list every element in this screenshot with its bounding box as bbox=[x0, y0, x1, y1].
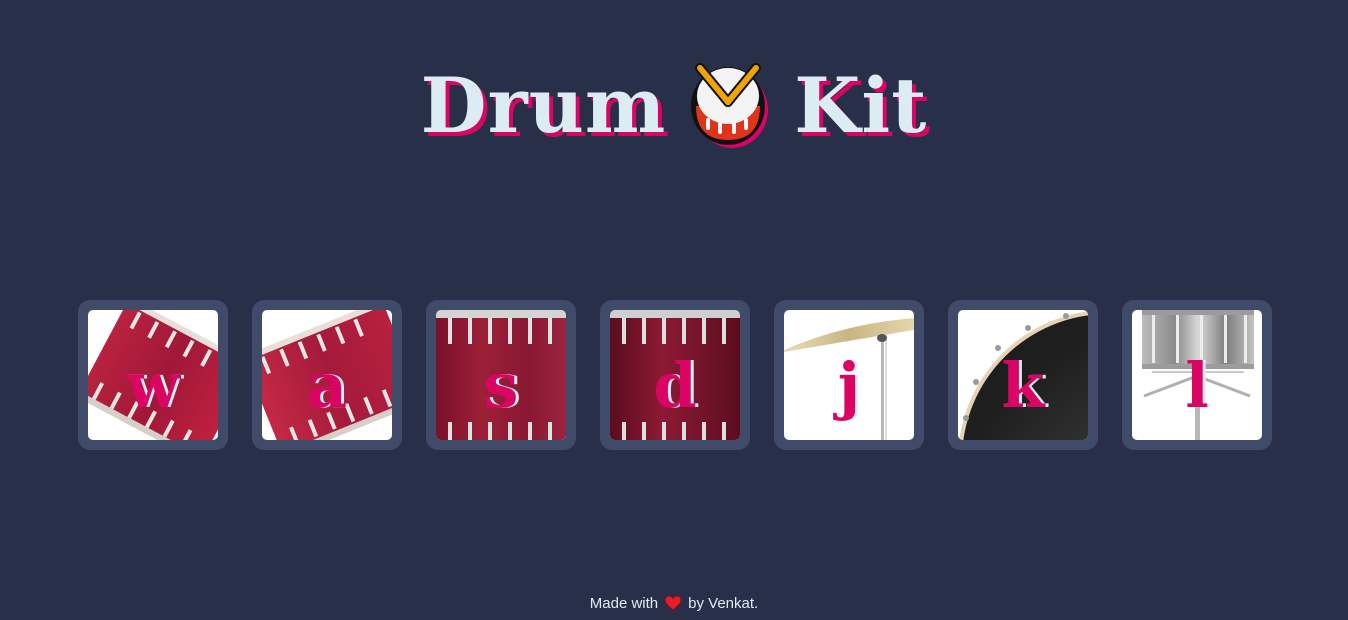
drum-set: w a s d j k l bbox=[78, 300, 1272, 450]
footer-prefix: Made with bbox=[589, 595, 659, 612]
drum-face: d bbox=[610, 310, 740, 440]
drum-button-a[interactable]: a bbox=[252, 300, 402, 450]
drum-button-d[interactable]: d bbox=[600, 300, 750, 450]
key-letter: d bbox=[653, 349, 697, 422]
drum-face: a bbox=[262, 310, 392, 440]
drum-button-l[interactable]: l bbox=[1122, 300, 1272, 450]
footer: Made with by Venkat. bbox=[0, 594, 1348, 617]
drum-button-w[interactable]: w bbox=[78, 300, 228, 450]
drum-button-k[interactable]: k bbox=[948, 300, 1098, 450]
title-word-kit: Kit bbox=[794, 61, 928, 150]
drum-face: j bbox=[784, 310, 914, 440]
key-letter: j bbox=[837, 349, 861, 422]
drum-face: s bbox=[436, 310, 566, 440]
page: Drum Kit w a s d j k l Made with by Venk… bbox=[0, 0, 1348, 620]
drum-emoji-icon bbox=[688, 58, 772, 154]
key-letter: w bbox=[126, 349, 180, 422]
key-letter: k bbox=[1001, 349, 1045, 422]
key-letter: s bbox=[483, 349, 519, 422]
drum-button-s[interactable]: s bbox=[426, 300, 576, 450]
drum-face: k bbox=[958, 310, 1088, 440]
heart-icon bbox=[664, 595, 682, 617]
drum-face: l bbox=[1132, 310, 1262, 440]
footer-suffix: by Venkat. bbox=[688, 595, 759, 612]
drum-button-j[interactable]: j bbox=[774, 300, 924, 450]
key-letter: a bbox=[306, 349, 348, 422]
key-letter: l bbox=[1185, 349, 1209, 422]
page-title: Drum Kit bbox=[0, 58, 1348, 154]
title-word-drum: Drum bbox=[420, 61, 667, 150]
drum-face: w bbox=[88, 310, 218, 440]
